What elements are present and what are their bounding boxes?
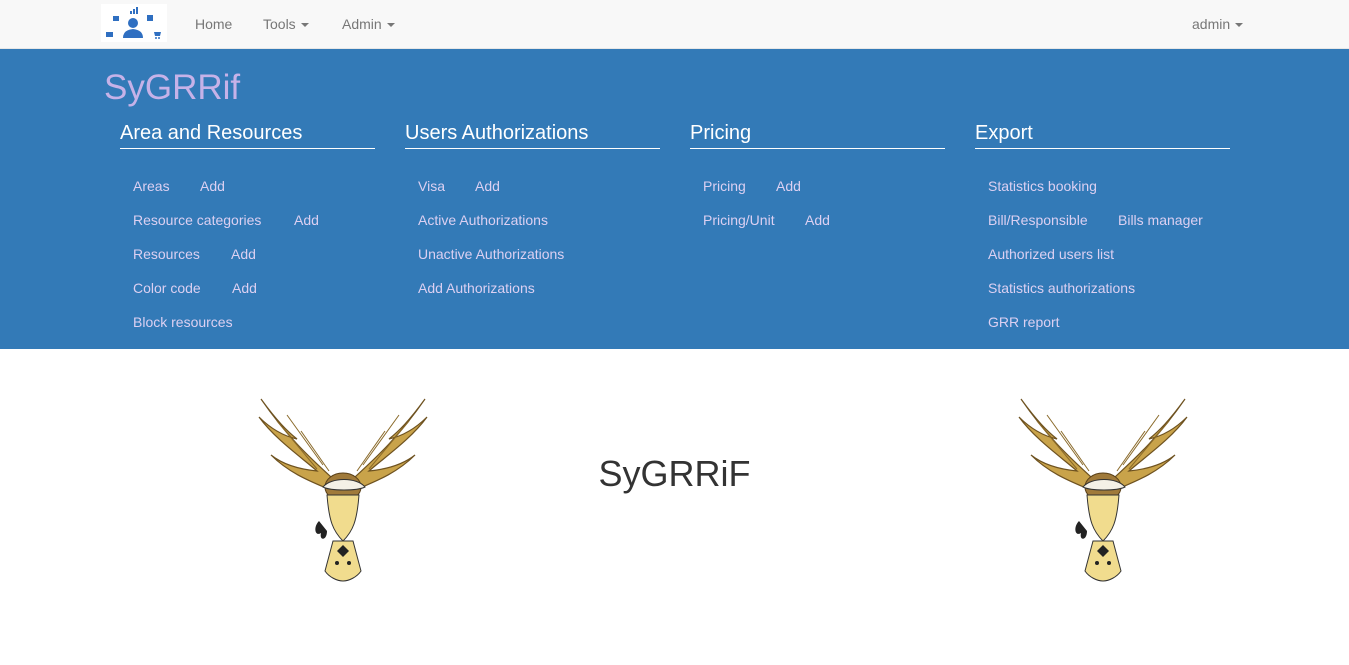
add-color-code-link[interactable]: Add (232, 278, 257, 298)
panel-brand-title: SyGRRif (104, 68, 241, 107)
section-pricing: Pricing Pricing Add Pricing/Unit Add (690, 120, 945, 228)
bills-manager-link[interactable]: Bills manager (1118, 210, 1203, 230)
add-resource-category-link[interactable]: Add (294, 210, 319, 230)
statistics-authorizations-link[interactable]: Statistics authorizations (988, 278, 1135, 298)
visa-link[interactable]: Visa (418, 176, 445, 196)
nav-admin-label: Admin (342, 16, 382, 32)
eagle-mascot-image-right (1018, 398, 1188, 582)
app-logo-icon[interactable] (101, 4, 167, 42)
statistics-booking-link[interactable]: Statistics booking (988, 176, 1097, 196)
admin-panel: SyGRRif Area and Resources Areas Add Res… (0, 49, 1349, 349)
add-resource-link[interactable]: Add (231, 244, 256, 264)
add-visa-link[interactable]: Add (475, 176, 500, 196)
nav-tools-dropdown[interactable]: Tools (263, 0, 309, 49)
user-menu-dropdown[interactable]: admin (1192, 0, 1244, 49)
add-pricing-unit-link[interactable]: Add (805, 210, 830, 230)
section-area-resources: Area and Resources Areas Add Resource ca… (120, 120, 375, 330)
areas-link[interactable]: Areas (133, 176, 170, 196)
section-title: Area and Resources (120, 120, 375, 149)
user-menu-label: admin (1192, 16, 1231, 32)
resources-link[interactable]: Resources (133, 244, 200, 264)
resource-categories-link[interactable]: Resource categories (133, 210, 261, 230)
nav-admin-dropdown[interactable]: Admin (342, 0, 395, 49)
nav-home-link[interactable]: Home (195, 0, 232, 49)
chevron-down-icon (1235, 23, 1244, 28)
add-area-link[interactable]: Add (200, 176, 225, 196)
unactive-authorizations-link[interactable]: Unactive Authorizations (418, 244, 564, 264)
nav-tools-label: Tools (263, 16, 296, 32)
section-users-authorizations: Users Authorizations Visa Add Active Aut… (405, 120, 660, 296)
add-pricing-link[interactable]: Add (776, 176, 801, 196)
bill-responsible-link[interactable]: Bill/Responsible (988, 210, 1088, 230)
chevron-down-icon (300, 23, 309, 28)
top-navbar: Home Tools Admin admin (0, 0, 1349, 49)
grr-report-link[interactable]: GRR report (988, 312, 1060, 332)
pricing-unit-link[interactable]: Pricing/Unit (703, 210, 775, 230)
authorized-users-list-link[interactable]: Authorized users list (988, 244, 1114, 264)
active-authorizations-link[interactable]: Active Authorizations (418, 210, 548, 230)
chevron-down-icon (386, 23, 395, 28)
section-title: Export (975, 120, 1230, 149)
section-title: Users Authorizations (405, 120, 660, 149)
add-authorizations-link[interactable]: Add Authorizations (418, 278, 535, 298)
section-title: Pricing (690, 120, 945, 149)
section-export: Export Statistics booking Bill/Responsib… (975, 120, 1230, 330)
pricing-link[interactable]: Pricing (703, 176, 746, 196)
color-code-link[interactable]: Color code (133, 278, 201, 298)
main-content: SyGRRiF (0, 349, 1349, 665)
block-resources-link[interactable]: Block resources (133, 312, 233, 332)
